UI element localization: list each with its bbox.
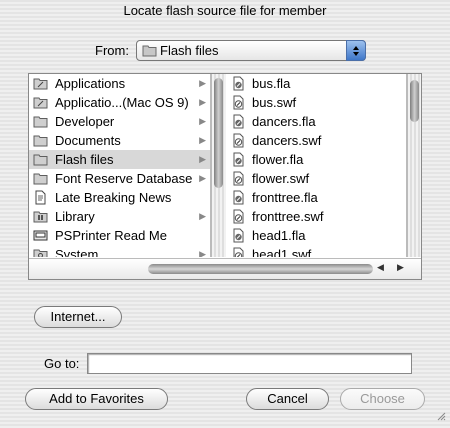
column-1-item-label: Font Reserve Database	[55, 171, 193, 186]
column-2-item[interactable]: dancers.fla	[228, 112, 406, 131]
column-1-item[interactable]: Library ▶	[29, 207, 210, 226]
disclosure-arrow-icon: ▶	[199, 116, 206, 126]
column-2-item-label: dancers.swf	[252, 133, 322, 148]
column-1-item[interactable]: PSPrinter Read Me	[29, 226, 210, 245]
disclosure-arrow-icon: ▶	[199, 154, 206, 164]
folder-icon	[142, 44, 157, 60]
column-2-item[interactable]: head1.swf	[228, 245, 406, 257]
goto-input[interactable]	[87, 353, 412, 374]
column-1-item[interactable]: Documents ▶	[29, 131, 210, 150]
horizontal-scrollbar[interactable]: ◀ ▶	[29, 258, 421, 279]
library-folder-icon	[33, 209, 48, 224]
column-1-item-label: Applicatio...(Mac OS 9)	[55, 95, 189, 110]
column-1-scrollbar[interactable]	[211, 74, 226, 257]
fla-file-icon	[231, 228, 246, 243]
fla-file-icon	[231, 190, 246, 205]
swf-file-icon	[231, 95, 246, 110]
column-2-item-label: bus.swf	[252, 95, 297, 110]
column-1-item[interactable]: Developer ▶	[29, 112, 210, 131]
disclosure-arrow-icon: ▶	[199, 97, 206, 107]
system-folder-icon	[33, 247, 48, 257]
disclosure-arrow-icon: ▶	[199, 78, 206, 88]
column-2-item-label: flower.swf	[252, 171, 310, 186]
internet-button[interactable]: Internet...	[34, 306, 122, 328]
column-1-item[interactable]: Applications ▶	[29, 74, 210, 93]
column-2[interactable]: bus.fla bus.swf dancers.fla dancers.swf flow…	[228, 74, 407, 257]
swf-file-icon	[231, 133, 246, 148]
from-popup-value: Flash files	[160, 43, 219, 58]
from-popup[interactable]: Flash files	[136, 40, 366, 61]
column-1-item-label: System	[55, 247, 99, 257]
folder-icon	[33, 133, 48, 148]
folder-icon	[33, 171, 48, 186]
scroll-left-arrow-icon[interactable]: ◀	[377, 262, 384, 273]
column-1-item[interactable]: Flash files ▶	[29, 150, 210, 169]
column-1[interactable]: Applications ▶ Applicatio...(Mac OS 9) ▶ Dev…	[29, 74, 211, 257]
horizontal-scroll-thumb[interactable]	[148, 264, 373, 274]
column-1-item-label: PSPrinter Read Me	[55, 228, 167, 243]
column-1-item[interactable]: Late Breaking News	[29, 188, 210, 207]
column-2-item[interactable]: flower.fla	[228, 150, 406, 169]
column-2-item-label: flower.fla	[252, 152, 304, 167]
document-icon	[33, 190, 48, 205]
column-1-item[interactable]: Applicatio...(Mac OS 9) ▶	[29, 93, 210, 112]
fla-file-icon	[231, 76, 246, 91]
disclosure-arrow-icon: ▶	[199, 135, 206, 145]
folder-icon	[33, 152, 48, 167]
column-2-item[interactable]: dancers.swf	[228, 131, 406, 150]
scroll-right-arrow-icon[interactable]: ▶	[397, 262, 404, 273]
disclosure-arrow-icon: ▶	[199, 211, 206, 221]
disclosure-arrow-icon: ▶	[199, 249, 206, 257]
cancel-button[interactable]: Cancel	[246, 388, 329, 410]
add-to-favorites-button[interactable]: Add to Favorites	[25, 388, 168, 410]
swf-file-icon	[231, 171, 246, 186]
column-2-item-label: head1.swf	[252, 247, 312, 257]
column-2-item-label: bus.fla	[252, 76, 291, 91]
column-2-item-label: head1.fla	[252, 228, 306, 243]
choose-button: Choose	[340, 388, 425, 410]
column-1-item-label: Developer	[55, 114, 115, 129]
column-1-item-label: Flash files	[55, 152, 114, 167]
fla-file-icon	[231, 114, 246, 129]
goto-label: Go to:	[44, 356, 80, 371]
swf-file-icon	[231, 247, 246, 257]
swf-file-icon	[231, 209, 246, 224]
column-2-item[interactable]: fronttree.fla	[228, 188, 406, 207]
resize-grip-icon[interactable]	[436, 409, 446, 424]
fla-file-icon	[231, 152, 246, 167]
column-1-item[interactable]: Font Reserve Database ▶	[29, 169, 210, 188]
column-2-scroll-thumb[interactable]	[410, 80, 419, 122]
column-2-item[interactable]: bus.swf	[228, 93, 406, 112]
column-2-item[interactable]: fronttree.swf	[228, 207, 406, 226]
printer-doc-icon	[33, 228, 48, 243]
folder-icon	[33, 114, 48, 129]
column-1-item-label: Library	[55, 209, 95, 224]
column-1-item-label: Late Breaking News	[55, 190, 172, 205]
column-2-item-label: fronttree.swf	[252, 209, 324, 224]
app-folder-icon	[33, 76, 48, 91]
column-1-item[interactable]: System ▶	[29, 245, 210, 257]
column-2-scrollbar[interactable]	[407, 74, 421, 257]
column-2-item[interactable]: flower.swf	[228, 169, 406, 188]
column-1-item-label: Documents	[55, 133, 121, 148]
column-2-item[interactable]: head1.fla	[228, 226, 406, 245]
column-2-item-label: fronttree.fla	[252, 190, 318, 205]
window-title: Locate flash source file for member	[123, 3, 327, 18]
column-browser: Applications ▶ Applicatio...(Mac OS 9) ▶ Dev…	[28, 73, 422, 280]
from-label: From:	[95, 43, 129, 58]
popup-arrows-icon	[346, 40, 366, 61]
disclosure-arrow-icon: ▶	[199, 173, 206, 183]
column-1-scroll-thumb[interactable]	[214, 78, 223, 188]
column-2-item[interactable]: bus.fla	[228, 74, 406, 93]
app-folder-icon	[33, 95, 48, 110]
column-1-item-label: Applications	[55, 76, 126, 91]
column-2-item-label: dancers.fla	[252, 114, 316, 129]
